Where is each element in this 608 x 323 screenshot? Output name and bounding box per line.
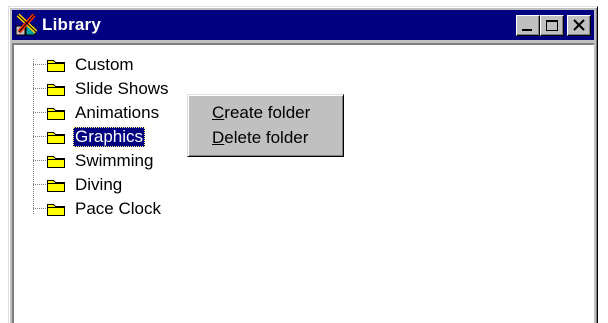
folder-icon xyxy=(47,84,65,96)
minimize-icon xyxy=(522,29,532,31)
create-folder-menu-item[interactable]: Create folder xyxy=(212,103,310,123)
delete-folder-accelerator: D xyxy=(212,128,225,147)
window-title: Library xyxy=(42,15,102,34)
tree-item-custom[interactable]: Custom xyxy=(46,53,136,77)
maximize-button[interactable] xyxy=(540,15,564,36)
maximize-icon xyxy=(546,20,558,31)
folder-icon xyxy=(47,156,65,168)
tree-item-label-selected: Graphics xyxy=(73,127,146,147)
create-folder-accelerator: C xyxy=(212,103,225,122)
tree-item-diving[interactable]: Diving xyxy=(46,173,124,197)
delete-folder-label: elete folder xyxy=(224,128,309,147)
tree-item-label: Animations xyxy=(75,103,160,122)
close-button[interactable] xyxy=(567,15,591,36)
delete-folder-menu-item[interactable]: Delete folder xyxy=(212,128,308,148)
tree-item-label: Custom xyxy=(75,55,134,74)
tree-item-swimming[interactable]: Swimming xyxy=(46,149,155,173)
tree-item-slide-shows[interactable]: Slide Shows xyxy=(46,77,171,101)
library-app-icon[interactable] xyxy=(14,12,40,38)
title-bar[interactable]: Library xyxy=(12,10,594,40)
context-menu: Create folder Delete folder xyxy=(187,94,344,157)
folder-icon xyxy=(47,60,65,72)
tree-item-animations[interactable]: Animations xyxy=(46,101,161,125)
folder-icon xyxy=(47,108,65,120)
tree-item-label: Swimming xyxy=(75,151,154,170)
folder-tree[interactable]: Custom Slide Shows Animations Graphics S… xyxy=(12,43,594,323)
tree-item-label: Pace Clock xyxy=(75,199,161,218)
minimize-button[interactable] xyxy=(516,15,540,36)
tree-item-label: Slide Shows xyxy=(75,79,169,98)
folder-icon xyxy=(47,204,65,216)
create-folder-label: reate folder xyxy=(224,103,311,122)
tree-item-pace-clock[interactable]: Pace Clock xyxy=(46,197,163,221)
tree-item-graphics[interactable]: Graphics xyxy=(46,125,146,149)
library-window: Library Custom Slide Shows Animations Gr… xyxy=(8,6,598,323)
tree-item-label: Diving xyxy=(75,175,123,194)
title-buttons xyxy=(516,15,591,36)
close-icon xyxy=(573,19,585,31)
folder-icon xyxy=(47,180,65,192)
folder-icon xyxy=(47,132,65,144)
